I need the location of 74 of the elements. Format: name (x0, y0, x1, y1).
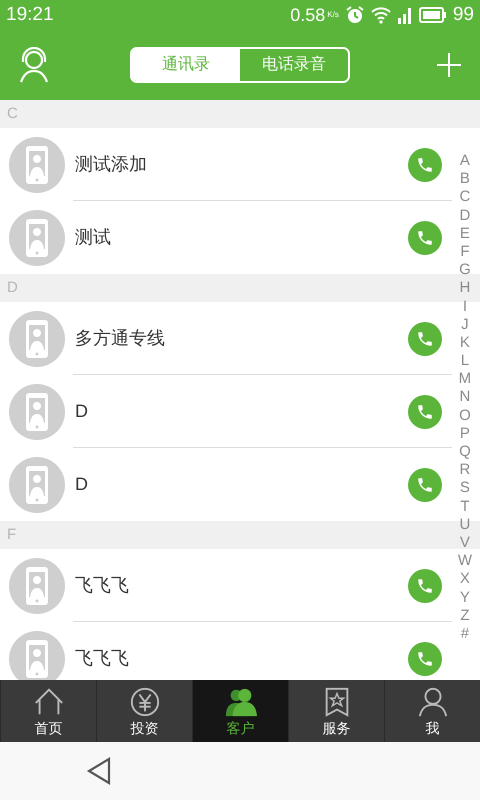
call-button[interactable] (408, 322, 442, 356)
contact-name: D (75, 400, 88, 423)
index-letter[interactable]: V (460, 534, 470, 552)
call-button[interactable] (408, 568, 442, 602)
index-letter[interactable]: A (460, 152, 470, 170)
battery-level: 99 (452, 2, 474, 27)
index-letter[interactable]: # (460, 624, 470, 644)
section-header: C (0, 100, 480, 128)
index-letter[interactable]: B (460, 170, 470, 188)
index-letter[interactable]: H (459, 279, 470, 298)
status-time: 19:21 (6, 2, 54, 27)
nav-tab[interactable]: 客户 (192, 680, 288, 742)
index-letter[interactable]: U (459, 516, 470, 534)
call-button[interactable] (408, 148, 442, 182)
contact-avatar-icon (9, 384, 65, 440)
headset-person-icon[interactable] (18, 47, 50, 83)
index-letter[interactable]: X (460, 570, 470, 588)
index-letter[interactable]: S (460, 479, 470, 498)
battery-icon (418, 7, 447, 23)
contact-avatar-icon (9, 558, 65, 614)
index-letter[interactable]: E (460, 224, 470, 243)
nav-label: 投资 (130, 720, 158, 736)
contact-name: 飞飞飞 (75, 574, 129, 597)
phone-icon (416, 156, 434, 174)
wifi-icon (370, 6, 391, 24)
index-letter[interactable]: I (462, 298, 467, 316)
signal-icon (396, 6, 413, 24)
index-letter[interactable]: F (460, 242, 470, 262)
index-letter[interactable]: K (460, 334, 470, 352)
contact-name: 飞飞飞 (75, 647, 129, 670)
index-letter[interactable]: C (459, 188, 470, 207)
speed-unit: K/s (327, 9, 339, 21)
index-letter[interactable]: Z (460, 606, 470, 625)
index-letter[interactable]: Y (460, 588, 470, 607)
contact-avatar-icon (9, 310, 65, 366)
people-icon (224, 686, 258, 718)
call-button[interactable] (408, 642, 442, 676)
index-letter[interactable]: N (459, 388, 470, 407)
contact-name: 多方通专线 (75, 327, 165, 350)
index-letter[interactable]: T (460, 498, 470, 516)
phone-icon (416, 576, 434, 594)
phone-icon (416, 402, 434, 420)
index-letter[interactable]: R (459, 461, 470, 480)
index-letter[interactable]: L (460, 352, 470, 370)
index-letter[interactable]: G (459, 261, 471, 280)
nav-label: 我 (426, 720, 440, 736)
call-button[interactable] (408, 468, 442, 502)
phone-icon (416, 650, 434, 668)
contact-name: D (75, 473, 88, 496)
index-letter[interactable]: M (458, 370, 472, 388)
index-letter[interactable]: D (459, 206, 470, 225)
network-speed: 0.58 (290, 4, 326, 26)
contact-avatar-icon (9, 210, 65, 266)
contact-name: 测试添加 (75, 153, 147, 176)
contact-avatar-icon (9, 456, 65, 512)
phone-icon (416, 476, 434, 494)
back-icon[interactable] (86, 757, 112, 785)
index-letter[interactable]: J (461, 316, 469, 334)
nav-label: 服务 (322, 720, 350, 736)
contact-name: 测试 (75, 226, 111, 249)
index-letter[interactable]: Q (459, 443, 471, 462)
plus-icon[interactable] (436, 52, 462, 78)
index-letter[interactable]: W (458, 552, 472, 570)
nav-label: 首页 (34, 720, 62, 736)
call-button[interactable] (408, 220, 442, 254)
segment-tab[interactable]: 通讯录 (132, 49, 240, 81)
phone-icon (416, 330, 434, 348)
index-letter[interactable]: O (459, 406, 471, 425)
nav-label: 客户 (226, 720, 254, 736)
call-button[interactable] (408, 394, 442, 428)
index-letter[interactable]: P (460, 424, 470, 443)
alarm-icon (344, 5, 365, 25)
phone-icon (416, 228, 434, 246)
contact-avatar-icon (9, 136, 65, 192)
